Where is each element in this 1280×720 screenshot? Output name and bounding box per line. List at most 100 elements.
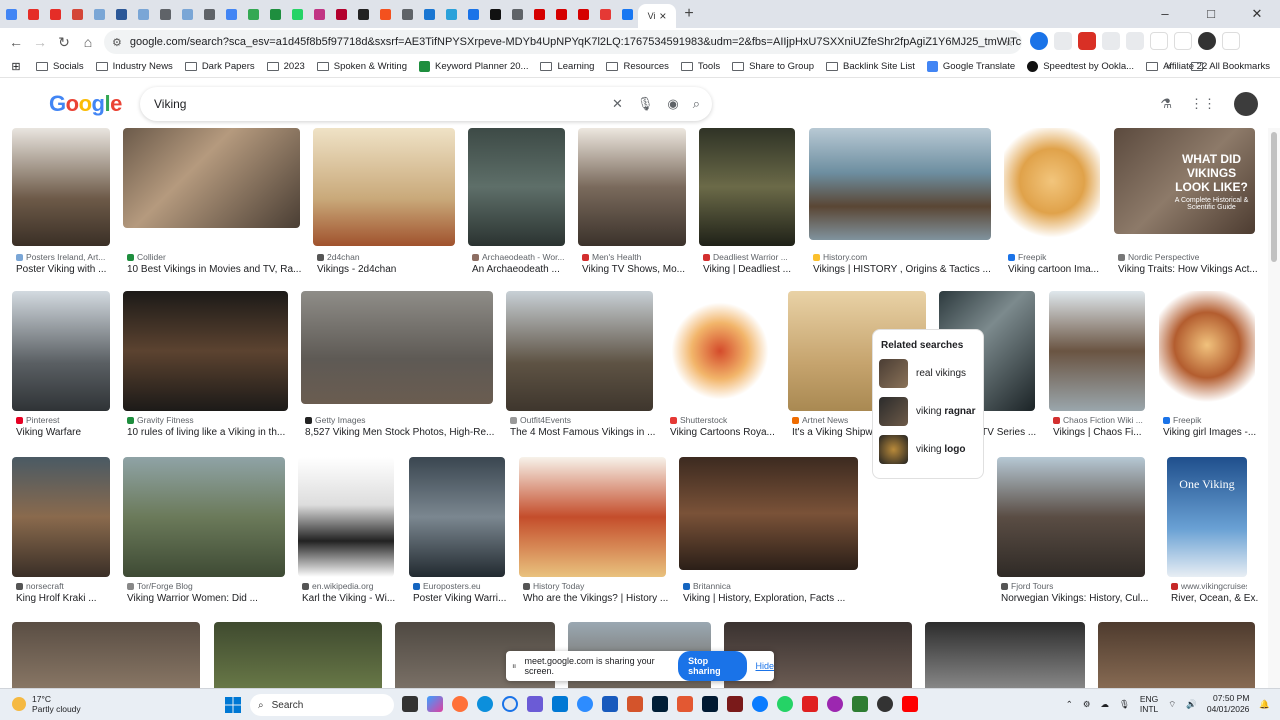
bookmark-folder[interactable]: Socials: [36, 61, 84, 72]
bookmark-folder[interactable]: Learning: [540, 61, 594, 72]
download-icon[interactable]: [1150, 32, 1168, 50]
taskbar-search[interactable]: ⌕ Search: [250, 694, 394, 716]
stop-sharing-button[interactable]: Stop sharing: [678, 651, 748, 681]
image-title[interactable]: 10 Best Vikings in Movies and TV, Ra...: [127, 264, 312, 275]
reload-icon[interactable]: ↻: [52, 34, 76, 51]
app-icon[interactable]: [877, 696, 893, 712]
image-thumbnail[interactable]: [301, 291, 493, 404]
browser-tab-active[interactable]: Vi ×: [638, 4, 676, 28]
image-source[interactable]: Outfit4Events: [510, 415, 653, 425]
image-title[interactable]: Who are the Vikings? | History ...: [523, 593, 678, 604]
image-thumbnail[interactable]: [1004, 128, 1100, 246]
image-thumbnail[interactable]: [506, 291, 653, 411]
microphone-icon[interactable]: 🎙: [637, 96, 654, 112]
edge-icon[interactable]: [477, 696, 493, 712]
image-thumbnail[interactable]: [123, 128, 300, 228]
image-title[interactable]: The 4 Most Famous Vikings in ...: [510, 427, 665, 438]
browser-tab[interactable]: [44, 2, 66, 26]
image-thumbnail[interactable]: [519, 457, 666, 577]
task-view-icon[interactable]: [402, 696, 418, 712]
image-source[interactable]: en.wikipedia.org: [302, 581, 394, 591]
browser-tab[interactable]: [154, 2, 176, 26]
image-result-card[interactable]: Europosters.eu Poster Viking Warri...: [409, 457, 506, 607]
browser-tab[interactable]: [594, 2, 616, 26]
extension-icon[interactable]: [1030, 32, 1048, 50]
image-title[interactable]: Viking Cartoons Roya...: [670, 427, 786, 438]
image-title[interactable]: Viking TV Shows, Mo...: [582, 264, 698, 275]
browser-tab[interactable]: [418, 2, 440, 26]
image-result-card[interactable]: WHAT DID VIKINGS LOOK LIKE? A Complete Hi…: [1114, 128, 1258, 278]
apps-grid-icon[interactable]: ⋮⋮: [1190, 96, 1216, 112]
address-bar[interactable]: ⚙ google.com/search?sca_esv=a1d45f8b5f97…: [104, 30, 1022, 54]
google-logo[interactable]: Google: [49, 91, 122, 117]
image-source[interactable]: Freepik: [1008, 252, 1100, 262]
image-thumbnail[interactable]: [123, 291, 288, 411]
image-thumbnail[interactable]: One Viking: [1167, 457, 1247, 577]
zoom-icon[interactable]: [577, 696, 593, 712]
image-source[interactable]: Nordic Perspective: [1118, 252, 1255, 262]
image-result-card[interactable]: History.com Vikings | HISTORY , Origins &…: [809, 128, 991, 278]
photoshop-icon[interactable]: [652, 696, 668, 712]
browser-tab[interactable]: [286, 2, 308, 26]
related-search-item[interactable]: viking logo: [879, 435, 977, 464]
browser-tab[interactable]: [462, 2, 484, 26]
app-icon[interactable]: [527, 696, 543, 712]
browser-tab[interactable]: [176, 2, 198, 26]
image-title[interactable]: Vikings | HISTORY , Origins & Tactics ..…: [813, 264, 1003, 275]
labs-flask-icon[interactable]: ⚗: [1160, 96, 1172, 112]
account-avatar[interactable]: [1234, 92, 1258, 116]
bookmark-link[interactable]: Google Translate: [926, 61, 1015, 72]
browser-tab[interactable]: [88, 2, 110, 26]
image-thumbnail[interactable]: WHAT DID VIKINGS LOOK LIKE? A Complete Hi…: [1114, 128, 1255, 234]
bookmark-folder[interactable]: Share to Group: [732, 61, 814, 72]
image-thumbnail[interactable]: [666, 291, 774, 411]
scrollbar-thumb[interactable]: [1271, 132, 1277, 262]
language-indicator[interactable]: ENG INTL: [1140, 694, 1158, 714]
image-result-card[interactable]: Men's Health Viking TV Shows, Mo...: [578, 128, 686, 278]
image-source[interactable]: Men's Health: [582, 252, 686, 262]
firefox-icon[interactable]: [452, 696, 468, 712]
image-thumbnail[interactable]: [925, 622, 1085, 688]
image-result-card[interactable]: Posters Ireland, Art... Poster Viking wit…: [12, 128, 110, 278]
image-thumbnail[interactable]: [1049, 291, 1145, 411]
image-thumbnail[interactable]: [313, 128, 455, 246]
browser-tab[interactable]: [198, 2, 220, 26]
image-result-card[interactable]: Freepik Viking girl Images -...: [1159, 291, 1256, 441]
image-thumbnail[interactable]: [12, 457, 110, 577]
bookmark-folder[interactable]: Resources: [606, 61, 669, 72]
browser-tab[interactable]: [352, 2, 374, 26]
browser-tab[interactable]: [132, 2, 154, 26]
image-source[interactable]: Freepik: [1163, 415, 1255, 425]
image-title[interactable]: Viking girl Images -...: [1163, 427, 1267, 438]
clear-icon[interactable]: ✕: [612, 96, 623, 112]
image-source[interactable]: History.com: [813, 252, 991, 262]
bookmark-folder[interactable]: 2023: [266, 61, 305, 72]
lightroom-icon[interactable]: [702, 696, 718, 712]
image-thumbnail[interactable]: [298, 457, 394, 577]
browser-tab[interactable]: [550, 2, 572, 26]
forward-icon[interactable]: →: [28, 34, 52, 50]
image-source[interactable]: norsecraft: [16, 581, 110, 591]
browser-tab[interactable]: [308, 2, 330, 26]
wifi-icon[interactable]: ⌔: [1168, 699, 1176, 710]
weather-widget[interactable]: 17°C Partly cloudy: [12, 694, 81, 714]
image-source[interactable]: Shutterstock: [670, 415, 774, 425]
tray-app-icon[interactable]: ⚙: [1083, 699, 1091, 710]
illustrator-icon[interactable]: [902, 696, 918, 712]
clock[interactable]: 07:50 PM 04/01/2026: [1207, 693, 1250, 715]
image-result-card[interactable]: Pinterest Viking Warfare: [12, 291, 110, 441]
image-thumbnail[interactable]: [1098, 622, 1255, 688]
close-icon[interactable]: ×: [659, 9, 666, 23]
bookmark-star-icon[interactable]: ☆: [1004, 36, 1014, 49]
image-thumbnail[interactable]: [578, 128, 686, 246]
notifications-icon[interactable]: 🔔: [1259, 699, 1270, 710]
image-result-card[interactable]: Getty Images 8,527 Viking Men Stock Photo…: [301, 291, 494, 441]
image-thumbnail[interactable]: [12, 622, 200, 688]
bookmark-folder[interactable]: Dark Papers: [184, 61, 255, 72]
image-title[interactable]: Poster Viking with ...: [16, 264, 122, 275]
image-result-card[interactable]: 2d4chan Vikings - 2d4chan: [313, 128, 455, 278]
browser-tab[interactable]: [22, 2, 44, 26]
image-source[interactable]: Getty Images: [305, 415, 493, 425]
extension-icon[interactable]: [1102, 32, 1120, 50]
chrome-icon[interactable]: [502, 696, 518, 712]
